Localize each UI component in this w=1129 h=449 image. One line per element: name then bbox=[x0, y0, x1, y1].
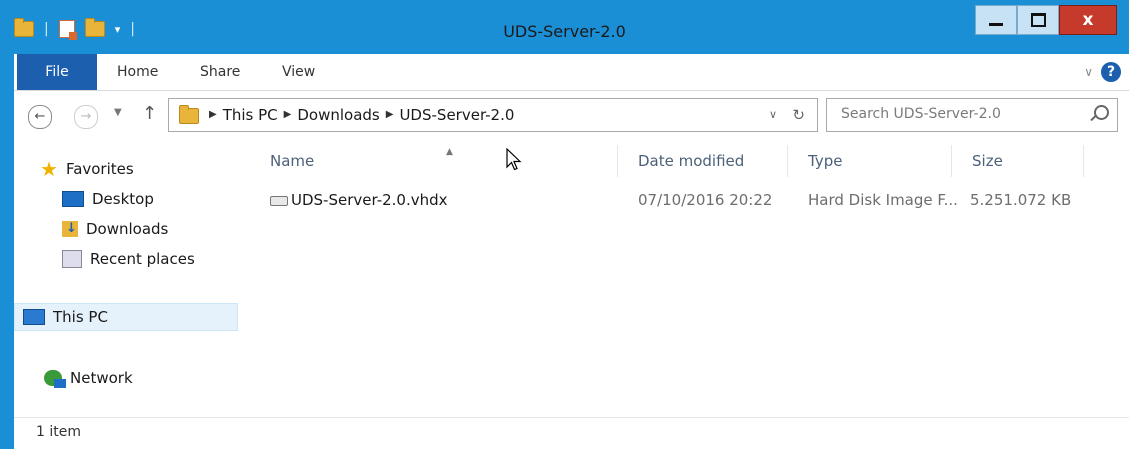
column-header-label: Type bbox=[808, 152, 843, 170]
explorer-window: | ▾ | UDS-Server-2.0 x File Home Share V… bbox=[0, 0, 1129, 449]
forward-button[interactable]: → bbox=[74, 105, 98, 129]
chevron-right-icon[interactable]: ▶ bbox=[284, 99, 292, 131]
column-header-size[interactable]: Size bbox=[952, 145, 1084, 177]
sidebar-item-label: Recent places bbox=[90, 250, 195, 268]
window-controls: x bbox=[975, 5, 1117, 35]
disk-image-icon bbox=[270, 195, 288, 206]
date-modified-cell: 07/10/2016 20:22 bbox=[638, 191, 773, 209]
type-cell: Hard Disk Image F... bbox=[808, 191, 958, 209]
help-icon[interactable]: ? bbox=[1101, 62, 1121, 82]
sort-ascending-icon: ▲ bbox=[446, 147, 453, 157]
minimize-icon bbox=[989, 22, 1003, 26]
downloads-icon bbox=[62, 215, 78, 243]
breadcrumb-current-folder[interactable]: UDS-Server-2.0 bbox=[399, 99, 514, 131]
table-row[interactable]: UDS-Server-2.0.vhdx 07/10/2016 20:22 Har… bbox=[250, 185, 1110, 215]
column-header-date-modified[interactable]: Date modified bbox=[618, 145, 788, 177]
sidebar-item-label: Favorites bbox=[65, 160, 134, 178]
ribbon-help-area: ∨ ? bbox=[1084, 62, 1121, 82]
tab-file[interactable]: File bbox=[17, 54, 97, 90]
item-count: 1 item bbox=[36, 424, 81, 440]
status-bar: 1 item bbox=[14, 417, 1129, 449]
recent-places-icon bbox=[62, 250, 82, 268]
desktop-icon bbox=[62, 191, 84, 207]
search-box[interactable] bbox=[826, 98, 1118, 132]
column-header-type[interactable]: Type bbox=[788, 145, 952, 177]
star-icon: ★ bbox=[40, 157, 58, 181]
sidebar-item-desktop[interactable]: Desktop bbox=[62, 185, 154, 213]
up-arrow-icon[interactable]: ↑ bbox=[142, 103, 157, 124]
computer-icon bbox=[23, 309, 45, 325]
refresh-icon[interactable]: ↻ bbox=[792, 99, 805, 131]
close-button[interactable]: x bbox=[1059, 5, 1117, 35]
ribbon-tabs: File Home Share View ∨ ? bbox=[14, 54, 1129, 91]
sidebar-item-network[interactable]: Network bbox=[44, 364, 133, 392]
file-name-cell: UDS-Server-2.0.vhdx bbox=[270, 185, 448, 215]
expand-ribbon-chevron-icon[interactable]: ∨ bbox=[1084, 65, 1093, 79]
sidebar-item-recent-places[interactable]: Recent places bbox=[62, 245, 195, 273]
content-area: ★ Favorites Desktop Downloads Recent pla… bbox=[14, 137, 1129, 417]
file-list: ▲ Name Date modified Type Size UDS-Serve… bbox=[250, 137, 1129, 417]
address-dropdown-chevron-icon[interactable]: ∨ bbox=[769, 99, 777, 131]
column-header-name[interactable]: ▲ Name bbox=[250, 145, 618, 177]
recent-locations-chevron-icon[interactable]: ▼ bbox=[114, 107, 122, 118]
back-button[interactable]: ← bbox=[28, 105, 52, 129]
sidebar-item-label: Desktop bbox=[92, 190, 154, 208]
column-header-label: Date modified bbox=[638, 152, 745, 170]
tab-share[interactable]: Share bbox=[200, 54, 240, 90]
sidebar-item-label: Network bbox=[70, 369, 133, 387]
title-bar: | ▾ | UDS-Server-2.0 x bbox=[0, 0, 1129, 54]
breadcrumb-this-pc[interactable]: This PC bbox=[223, 99, 278, 131]
breadcrumb-downloads[interactable]: Downloads bbox=[297, 99, 379, 131]
chevron-right-icon[interactable]: ▶ bbox=[209, 99, 217, 131]
folder-icon bbox=[179, 105, 199, 124]
sidebar-item-favorites[interactable]: ★ Favorites bbox=[40, 155, 134, 183]
sidebar-item-label: This PC bbox=[53, 308, 108, 326]
search-icon[interactable] bbox=[1094, 105, 1109, 120]
sidebar-item-this-pc[interactable]: This PC bbox=[14, 303, 238, 331]
chevron-right-icon[interactable]: ▶ bbox=[386, 99, 394, 131]
minimize-button[interactable] bbox=[975, 5, 1017, 35]
column-header-label: Size bbox=[972, 152, 1003, 170]
navigation-pane: ★ Favorites Desktop Downloads Recent pla… bbox=[14, 137, 240, 417]
address-bar[interactable]: ▶ This PC ▶ Downloads ▶ UDS-Server-2.0 ∨… bbox=[168, 98, 818, 132]
sidebar-item-downloads[interactable]: Downloads bbox=[62, 215, 168, 243]
maximize-button[interactable] bbox=[1017, 5, 1059, 35]
maximize-icon bbox=[1030, 13, 1046, 27]
mouse-cursor-icon bbox=[506, 148, 522, 171]
search-input[interactable] bbox=[839, 105, 1073, 123]
file-name: UDS-Server-2.0.vhdx bbox=[291, 191, 448, 209]
tab-home[interactable]: Home bbox=[117, 54, 158, 90]
window-title: UDS-Server-2.0 bbox=[503, 22, 626, 41]
network-icon bbox=[44, 370, 66, 388]
column-header-label: Name bbox=[270, 152, 315, 170]
navigation-bar: ← → ▼ ↑ ▶ This PC ▶ Downloads ▶ UDS-Serv… bbox=[14, 91, 1129, 137]
breadcrumb: ▶ This PC ▶ Downloads ▶ UDS-Server-2.0 bbox=[209, 99, 514, 131]
sidebar-item-label: Downloads bbox=[86, 220, 169, 238]
tab-view[interactable]: View bbox=[282, 54, 315, 90]
size-cell: 5.251.072 KB bbox=[970, 191, 1072, 209]
